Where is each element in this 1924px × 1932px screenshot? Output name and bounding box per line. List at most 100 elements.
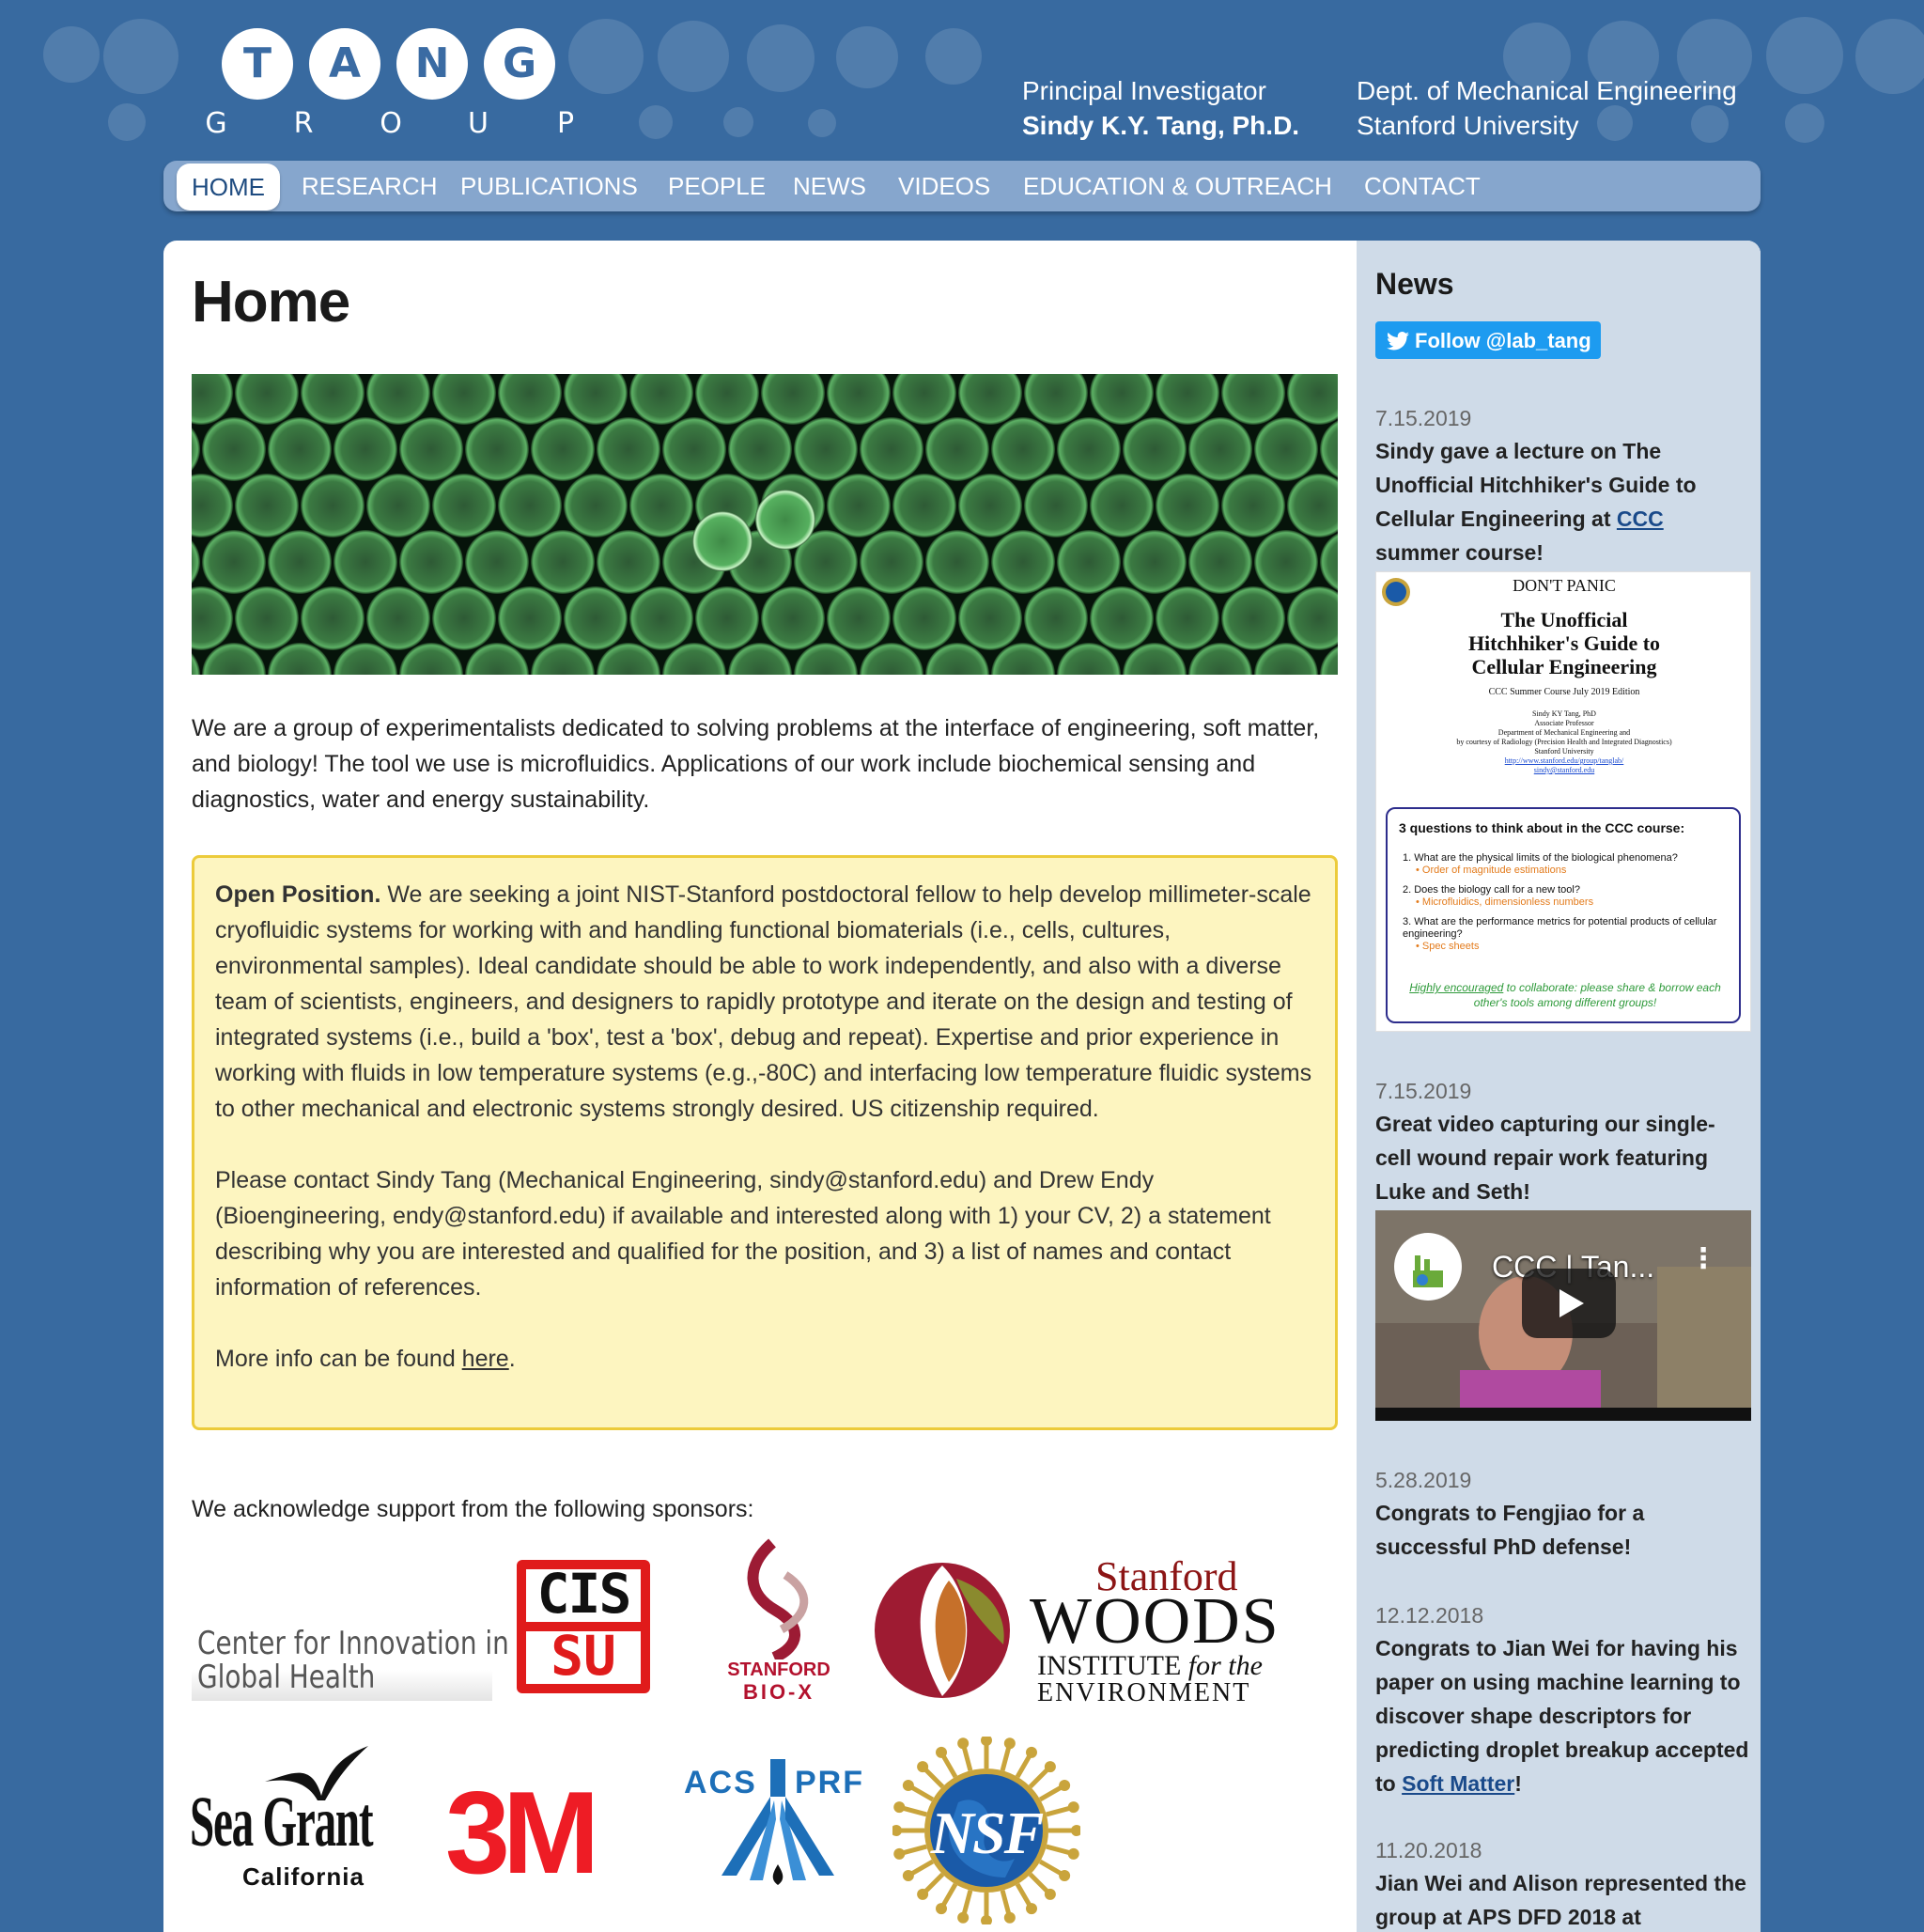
decor-dot (639, 105, 673, 139)
news-date: 12.12.2018 (1375, 1603, 1484, 1628)
droplet (827, 474, 891, 538)
news-sidebar: News Follow @lab_tang 7.15.2019 Sindy ga… (1357, 241, 1761, 1932)
droplet (268, 530, 332, 594)
questions-heading: 3 questions to think about in the CCC co… (1399, 820, 1685, 835)
droplet (366, 474, 430, 538)
logo-letter: G (484, 28, 555, 100)
more-info-link[interactable]: here (462, 1346, 509, 1372)
droplet (1254, 417, 1318, 481)
droplet (334, 530, 397, 594)
biox-helix-icon (747, 1538, 809, 1663)
decor-dot (103, 19, 178, 94)
logo-letter: A (309, 28, 380, 100)
nav-people[interactable]: PEOPLE (668, 161, 766, 211)
droplet (860, 417, 923, 481)
droplet (268, 417, 332, 481)
sponsor-seagrant-logo[interactable]: Sea Grant California (190, 1744, 415, 1894)
lecture-edition: CCC Summer Course July 2019 Edition (1488, 687, 1640, 697)
more-options-icon[interactable]: ⋮ (1689, 1245, 1717, 1273)
question-2-sub: • Microfluidics, dimensionless numbers (1416, 896, 1594, 908)
page-title: Home (192, 270, 350, 335)
droplet (564, 586, 628, 650)
droplet (202, 530, 266, 594)
channel-avatar[interactable] (1394, 1233, 1462, 1301)
nsf-ray-dot (1044, 1888, 1056, 1900)
seagrant-sub: California (242, 1862, 365, 1891)
droplet (531, 417, 595, 481)
play-button[interactable] (1522, 1269, 1616, 1338)
questions-box: 3 questions to think about in the CCC co… (1386, 807, 1741, 1023)
nsf-ray-dot (917, 1888, 929, 1900)
logo-sub-letter: O (380, 107, 402, 140)
woods-seed-icon (875, 1563, 1010, 1698)
hero-image (192, 374, 1338, 675)
twitter-follow-button[interactable]: Follow @lab_tang (1375, 321, 1601, 359)
nsf-ray-dot (1026, 1903, 1037, 1915)
nsf-ray-dot (981, 1915, 992, 1926)
droplet (1057, 530, 1121, 594)
author-line: Sindy KY Tang, PhD (1532, 709, 1596, 718)
cigh-line2: Global Health (197, 1659, 376, 1696)
nav-news[interactable]: NEWS (793, 161, 866, 211)
lecture-title-2: Hitchhiker's Guide to (1467, 631, 1661, 655)
droplet (1123, 530, 1187, 594)
sponsors-intro: We acknowledge support from the followin… (192, 1496, 754, 1522)
droplet (202, 417, 266, 481)
droplet (1024, 586, 1088, 650)
question-3: 3. What are the performance metrics for … (1403, 916, 1717, 940)
logo-sub-letter: R (293, 107, 314, 140)
sponsor-woods-logo[interactable]: Stanford WOODS INSTITUTE for the ENVIRON… (872, 1553, 1342, 1707)
droplet (1221, 474, 1285, 538)
logo-sub-letter: U (468, 107, 489, 140)
acs-flask-icon (722, 1759, 834, 1885)
sponsor-biox-logo[interactable]: STANFORD BIO-X (708, 1537, 849, 1706)
droplet (498, 474, 562, 538)
decor-dot (925, 28, 982, 85)
nav-education-outreach[interactable]: EDUCATION & OUTREACH (1023, 161, 1332, 211)
nsf-ray-dot (1059, 1780, 1071, 1791)
question-1: 1. What are the physical limits of the b… (1403, 852, 1678, 864)
sponsor-acs-prf-logo[interactable]: ACS PRF (684, 1753, 872, 1904)
seagrant-title: Sea Grant (190, 1783, 374, 1862)
pi-block: Principal Investigator Sindy K.Y. Tang, … (1022, 73, 1299, 143)
lecture-author-lines: Sindy KY Tang, PhD Associate Professor D… (1376, 709, 1750, 775)
nav-contact[interactable]: CONTACT (1364, 161, 1481, 211)
nav-home[interactable]: HOME (177, 164, 280, 210)
sponsor-cigh-logo[interactable]: Center for Innovation in Global Health (192, 1624, 509, 1701)
news-item-text: Sindy gave a lecture on The Unofficial H… (1375, 434, 1751, 569)
nav-videos[interactable]: VIDEOS (898, 161, 990, 211)
ccc-link[interactable]: CCC (1617, 506, 1664, 531)
nav-publications[interactable]: PUBLICATIONS (460, 161, 638, 211)
sponsor-cissu-logo[interactable]: CIS SU (513, 1556, 654, 1697)
droplet (597, 417, 660, 481)
site-logo[interactable]: T A N G G R O U P (199, 28, 594, 150)
soft-matter-link[interactable]: Soft Matter (1402, 1771, 1514, 1796)
droplet (465, 530, 529, 594)
droplet (399, 530, 463, 594)
hitchhiker-lecture-image[interactable]: DON'T PANIC The Unofficial Hitchhiker's … (1375, 571, 1751, 1032)
droplet (794, 417, 858, 481)
play-icon (1559, 1289, 1584, 1317)
sponsor-3m-logo[interactable]: 3M (445, 1772, 652, 1894)
news-date: 11.20.2018 (1375, 1838, 1482, 1862)
nsf-ray-dot (1003, 1911, 1016, 1924)
decor-dot (836, 26, 898, 88)
decor-dot (1785, 103, 1824, 143)
lecture-email: sindy@stanford.edu (1533, 766, 1595, 774)
droplet (465, 417, 529, 481)
droplet (1156, 474, 1219, 538)
youtube-video-embed[interactable]: CCC | Tan... ⋮ (1375, 1210, 1751, 1421)
factory-icon (1413, 1255, 1443, 1287)
droplet (235, 474, 299, 538)
decor-dot (108, 103, 146, 141)
sponsor-nsf-logo[interactable]: NSF (891, 1735, 1082, 1926)
decor-dot (658, 21, 729, 92)
news-item-text: Congrats to Fengjiao for a successful Ph… (1375, 1501, 1645, 1559)
droplet (728, 417, 792, 481)
logo-letter: N (396, 28, 468, 100)
nav-research[interactable]: RESEARCH (302, 161, 437, 211)
droplet (892, 586, 956, 650)
droplet (235, 586, 299, 650)
droplet (1188, 417, 1252, 481)
department-name: Dept. of Mechanical Engineering (1357, 76, 1737, 105)
